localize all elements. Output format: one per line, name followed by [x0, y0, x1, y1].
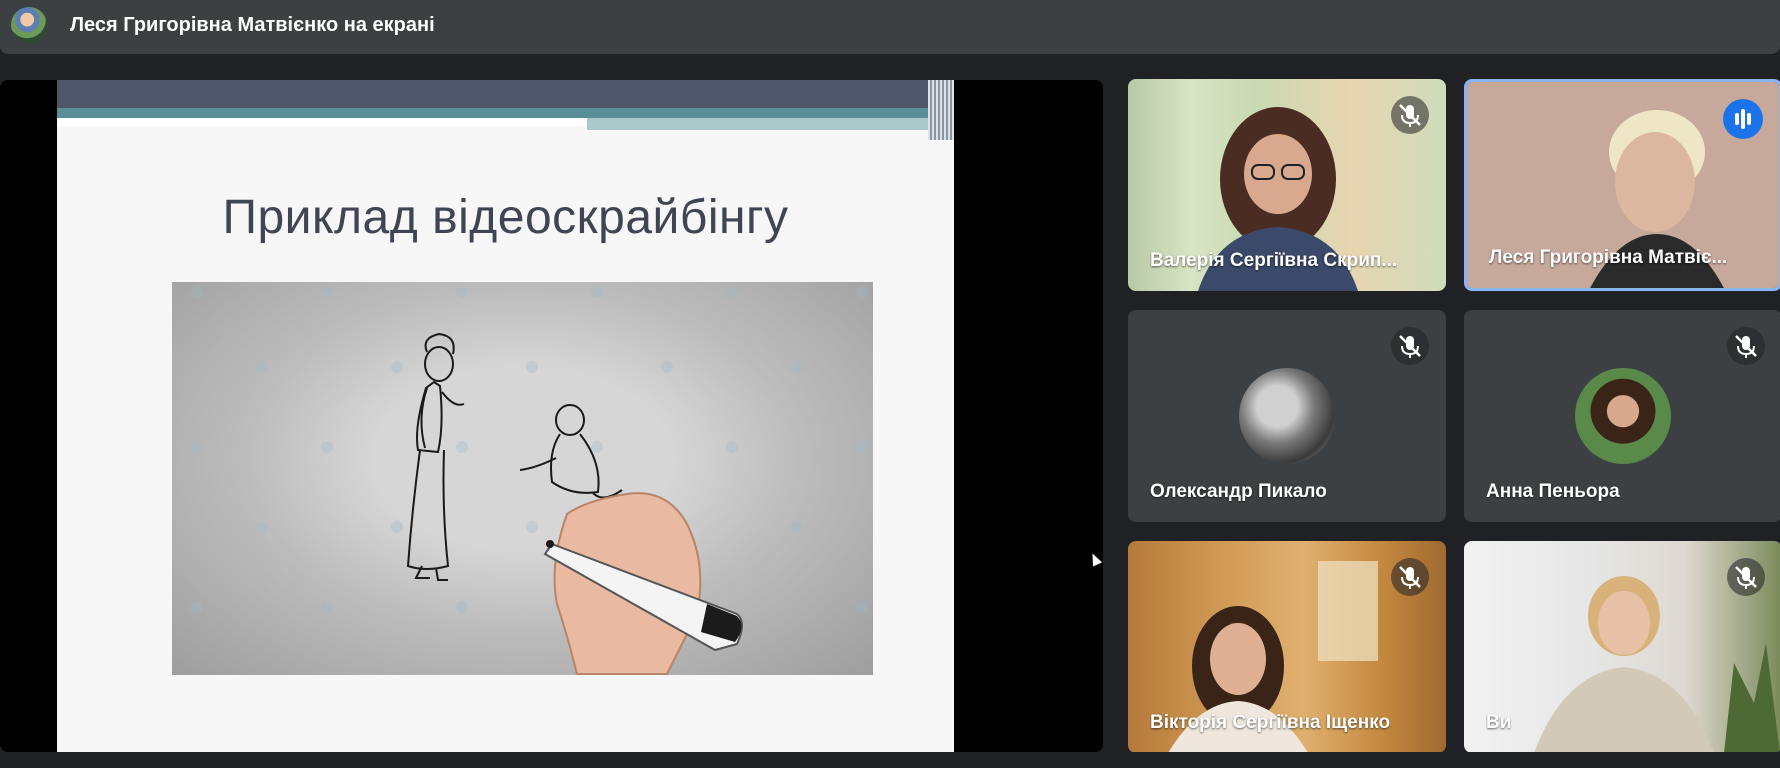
presenter-avatar — [11, 7, 47, 43]
mic-off-icon — [1727, 327, 1765, 365]
slide-decoration — [928, 80, 954, 140]
slide-accent-light — [587, 118, 954, 130]
presenter-banner: Леся Григорівна Матвієнко на екрані — [0, 0, 1780, 54]
slide-accent-band — [57, 108, 954, 118]
participant-tile-active-speaker[interactable]: Леся Григорівна Матвіє... — [1464, 79, 1780, 291]
presentation-stage[interactable]: Приклад відеоскрайбінгу — [0, 80, 1103, 752]
mic-off-icon — [1391, 96, 1429, 134]
mic-off-icon — [1391, 327, 1429, 365]
participant-name: Ви — [1486, 712, 1512, 733]
participant-tile-self[interactable]: Ви — [1464, 541, 1780, 753]
speaking-indicator-icon — [1723, 99, 1763, 139]
participant-tile[interactable]: Анна Пеньора — [1464, 310, 1780, 522]
shared-slide: Приклад відеоскрайбінгу — [57, 80, 954, 752]
participant-name: Леся Григорівна Матвіє... — [1489, 247, 1728, 268]
participant-name: Олександр Пикало — [1150, 481, 1327, 502]
slide-accent-gap — [57, 118, 587, 126]
participant-tile[interactable]: Олександр Пикало — [1128, 310, 1446, 522]
participant-tile[interactable]: Валерія Сергіївна Скрип... — [1128, 79, 1446, 291]
participant-avatar — [1239, 368, 1335, 464]
participant-name: Валерія Сергіївна Скрип... — [1150, 250, 1398, 271]
mic-off-icon — [1727, 558, 1765, 596]
whiteboard-video — [172, 282, 873, 675]
slide-title: Приклад відеоскрайбінгу — [222, 191, 789, 244]
participant-tile[interactable]: Вікторія Сергіївна Іщенко — [1128, 541, 1446, 753]
slide-header-band — [57, 80, 954, 108]
participant-name: Вікторія Сергіївна Іщенко — [1150, 712, 1391, 733]
bottom-edge — [0, 752, 1780, 768]
mic-off-icon — [1391, 558, 1429, 596]
participant-avatar — [1575, 368, 1671, 464]
presenter-title: Леся Григорівна Матвієнко на екрані — [70, 14, 435, 36]
participant-name: Анна Пеньора — [1486, 481, 1620, 502]
